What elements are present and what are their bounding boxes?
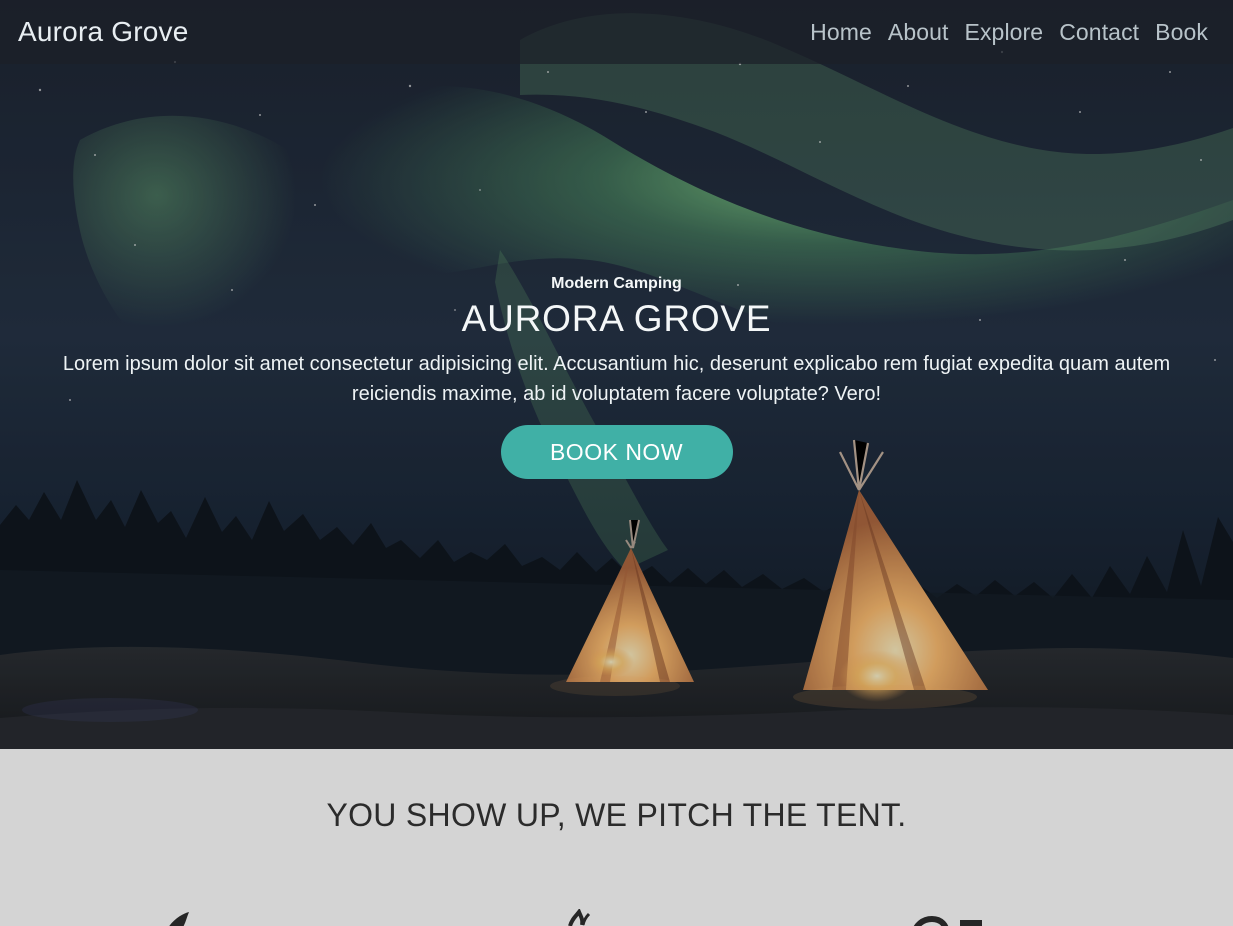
nav-explore-link[interactable]: Explore [965, 19, 1044, 46]
hero-eyebrow: Modern Camping [551, 275, 682, 292]
lantern-icon-container [905, 909, 995, 926]
nav-book-link[interactable]: Book [1155, 19, 1208, 46]
services-heading: YOU SHOW UP, WE PITCH THE TENT. [326, 797, 907, 833]
nav-contact-link[interactable]: Contact [1059, 19, 1139, 46]
camp-service-icon [150, 909, 240, 926]
hero-description: Lorem ipsum dolor sit amet consectetur a… [62, 353, 1171, 405]
nav-links: Home About Explore Contact Book [810, 19, 1208, 46]
leaf-icon [169, 912, 189, 926]
book-now-button[interactable]: BOOK NOW [500, 425, 733, 479]
landing-page: Aurora Grove Home About Explore Contact … [0, 0, 1233, 926]
campfire-icon-container [560, 909, 650, 926]
nav-home-link[interactable]: Home [810, 19, 872, 46]
hero-content: Modern Camping AURORA GROVE Lorem ipsum … [0, 270, 1233, 479]
nav-about-link[interactable]: About [888, 19, 949, 46]
campfire-icon [568, 909, 591, 926]
brand-link[interactable]: Aurora Grove [18, 16, 188, 48]
services-section: YOU SHOW UP, WE PITCH THE TENT. [0, 749, 1233, 926]
hero-title: AURORA GROVE [461, 298, 772, 339]
lantern-icon [913, 915, 982, 926]
top-navigation: Aurora Grove Home About Explore Contact … [0, 0, 1233, 64]
hero-section: Aurora Grove Home About Explore Contact … [0, 0, 1233, 749]
